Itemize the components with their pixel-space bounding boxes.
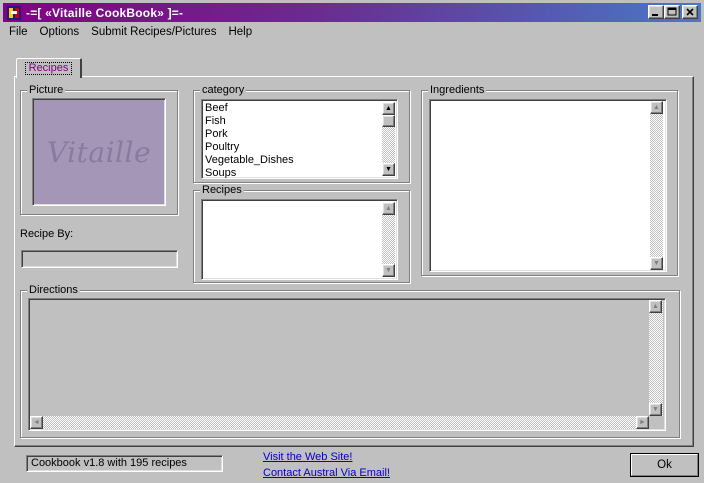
scroll-up-icon[interactable]: ▲: [382, 202, 395, 215]
ingredients-group-label: Ingredients: [428, 84, 487, 96]
maximize-icon: [667, 7, 677, 16]
scroll-down-icon[interactable]: ▼: [650, 257, 663, 270]
minimize-icon: [652, 14, 658, 16]
maximize-button[interactable]: [664, 5, 680, 19]
category-item-pork[interactable]: Pork: [205, 128, 394, 141]
scroll-up-icon[interactable]: ▲: [382, 102, 395, 115]
ok-button[interactable]: Ok: [630, 453, 699, 477]
scroll-up-icon[interactable]: ▲: [650, 101, 663, 114]
status-field: Cookbook v1.8 with 195 recipes: [26, 455, 223, 472]
category-scroll-thumb[interactable]: [382, 115, 395, 127]
menu-options[interactable]: Options: [34, 26, 86, 38]
recipes-scrollbar[interactable]: ▲ ▼: [382, 202, 395, 277]
scroll-down-icon[interactable]: ▼: [382, 264, 395, 277]
scroll-right-icon[interactable]: ►: [636, 416, 649, 429]
directions-vscrollbar[interactable]: ▲ ▼: [649, 300, 663, 416]
scroll-left-icon[interactable]: ◄: [30, 416, 43, 429]
minimize-button[interactable]: [648, 5, 664, 19]
directions-hscrollbar[interactable]: ◄ ►: [30, 416, 649, 429]
recipes-listbox[interactable]: ▲ ▼: [201, 199, 398, 280]
scroll-up-icon[interactable]: ▲: [649, 300, 662, 313]
contact-email-link[interactable]: Contact Austral Via Email!: [263, 467, 390, 479]
category-item-soups[interactable]: Soups: [205, 167, 394, 178]
tab-recipes-label: Recipes: [24, 62, 73, 75]
recipes-group-label: Recipes: [200, 184, 244, 196]
category-scrollbar[interactable]: ▲ ▼: [382, 102, 395, 176]
category-group-label: category: [200, 84, 247, 96]
window-title: -=[ «Vitaille CookBook» ]=-: [26, 5, 184, 20]
directions-textarea[interactable]: [28, 298, 666, 431]
close-button[interactable]: [682, 5, 698, 19]
title-bar[interactable]: -=[ «Vitaille CookBook» ]=-: [3, 3, 701, 22]
category-item-poultry[interactable]: Poultry: [205, 141, 394, 154]
scroll-down-icon[interactable]: ▼: [649, 403, 662, 416]
ok-button-label: Ok: [657, 459, 672, 471]
visit-website-link[interactable]: Visit the Web Site!: [263, 451, 352, 463]
recipe-by-label: Recipe By:: [20, 228, 74, 240]
category-item-fish[interactable]: Fish: [205, 115, 394, 128]
menu-help[interactable]: Help: [222, 26, 258, 38]
recipe-by-field: [21, 250, 178, 268]
tab-recipes[interactable]: Recipes: [16, 58, 82, 78]
close-icon: [686, 8, 694, 16]
category-item-beef[interactable]: Beef: [205, 102, 394, 115]
directions-group-label: Directions: [27, 284, 80, 296]
recipe-picture: Vitaille: [32, 98, 166, 206]
category-listbox[interactable]: Beef Fish Pork Poultry Vegetable_Dishes …: [201, 99, 398, 179]
menu-file[interactable]: File: [3, 26, 34, 38]
ingredients-textarea[interactable]: [429, 99, 667, 272]
menu-submit-recipes-pictures[interactable]: Submit Recipes/Pictures: [85, 26, 222, 38]
vitaille-logo: Vitaille: [46, 135, 152, 169]
menu-bar: File Options Submit Recipes/Pictures Hel…: [3, 22, 701, 41]
picture-group-label: Picture: [27, 84, 66, 96]
cookbook-app-icon[interactable]: [6, 5, 22, 21]
scroll-down-icon[interactable]: ▼: [382, 163, 395, 176]
ingredients-scrollbar[interactable]: ▲ ▼: [650, 101, 663, 270]
category-item-vegetable-dishes[interactable]: Vegetable_Dishes: [205, 154, 394, 167]
